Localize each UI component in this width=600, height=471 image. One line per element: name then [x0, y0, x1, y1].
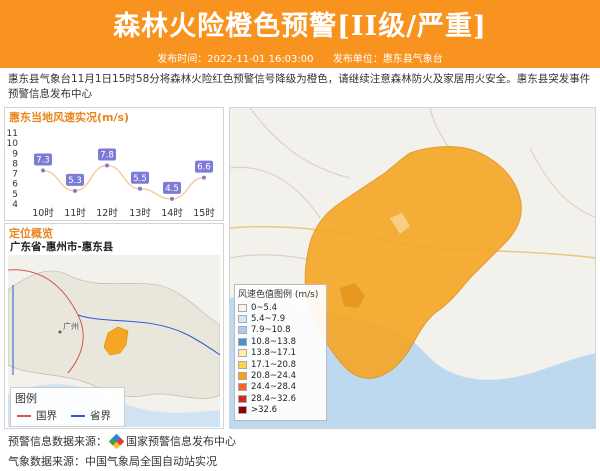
wind-data-point	[73, 188, 77, 193]
legend-item: 20.8~24.4	[235, 370, 326, 381]
legend-item: 17.1~20.8	[235, 359, 326, 370]
location-legend-items: 国界 省界	[17, 408, 124, 423]
x-tick-label: 13时	[129, 207, 151, 219]
y-tick-label: 7	[12, 170, 18, 180]
wind-data-point	[41, 168, 45, 173]
legend-label: 5.4~7.9	[251, 314, 286, 325]
legend-item: 28.4~32.6	[235, 393, 326, 404]
legend-item: 13.8~17.1	[235, 348, 326, 359]
legend-swatch	[238, 315, 247, 324]
page-title: 森林火险橙色预警[II级/严重]	[113, 11, 487, 42]
legend-label: 28.4~32.6	[251, 393, 296, 404]
warning-source-label: 预警信息数据来源：	[8, 435, 107, 448]
y-tick-label: 4	[12, 200, 18, 210]
legend-label: 13.8~17.1	[251, 348, 296, 359]
legend-label: 20.8~24.4	[251, 371, 296, 382]
legend-title: 风速色值图例 (m/s)	[238, 290, 319, 300]
legend-item: >32.6	[235, 405, 326, 416]
x-tick-label: 11时	[64, 207, 86, 219]
x-tick-label: 14时	[161, 207, 183, 219]
wind-speed-panel: 惠东当地风速实况(m/s) 11 10 9 8 7 6 5 4 7.3 10时 5.3 11时 7.8 1…	[4, 107, 224, 221]
wind-value-label: 5.3	[68, 176, 82, 186]
legend-label: 17.1~20.8	[251, 359, 296, 370]
national-border-line	[17, 414, 31, 417]
wind-data-point	[202, 175, 206, 180]
legend-swatch	[238, 383, 247, 392]
location-subtitle: 广东省-惠州市-惠东县	[10, 241, 114, 253]
warning-center-logo-icon	[108, 433, 125, 449]
wind-data-point	[138, 186, 142, 191]
legend-label: 24.4~28.4	[251, 382, 296, 393]
warning-source: 预警信息数据来源： 国家预警信息发布中心	[8, 433, 236, 449]
publisher: 发布单位：惠东县气象台	[332, 54, 443, 65]
legend-label: 10.8~13.8	[251, 336, 296, 347]
wind-value-label: 5.5	[133, 174, 147, 184]
legend-swatch	[238, 406, 247, 415]
y-tick-label: 11	[7, 129, 18, 139]
map-city-label: 广州	[63, 321, 79, 331]
wind-speed-chart: 1110987654 7.3 10时 5.3 11时 7.8 12时 5.5 13时 4.5 14时…	[7, 129, 216, 219]
publish-time: 发布时间：2022-11-01 16:03:00	[157, 54, 314, 65]
legend-swatch	[238, 349, 247, 358]
legend-items: 0~5.4 5.4~7.9 7.9~10.8 10.8~13.8 13.8~17.1 17…	[235, 302, 326, 416]
wind-data-point	[170, 196, 174, 201]
legend-swatch	[238, 372, 247, 381]
legend-item: 10.8~13.8	[235, 336, 326, 347]
wind-value-label: 7.3	[36, 156, 50, 166]
y-tick-label: 10	[7, 139, 19, 149]
wind-color-legend: 风速色值图例 (m/s) 0~5.4 5.4~7.9 7.9~10.8 10.8~13…	[234, 284, 327, 421]
legend-swatch	[238, 303, 247, 312]
x-tick-label: 12时	[96, 207, 118, 219]
legend-item: 0~5.4	[235, 302, 326, 313]
wind-value-label: 4.5	[165, 184, 179, 194]
legend-label: >32.6	[251, 405, 278, 416]
legend-swatch	[238, 337, 247, 346]
location-legend: 图例 国界 省界	[10, 387, 125, 427]
legend-swatch	[238, 360, 247, 369]
legend-label: 0~5.4	[251, 302, 278, 313]
location-legend-title: 图例	[15, 392, 37, 405]
y-tick-label: 6	[12, 180, 18, 190]
legend-item: 5.4~7.9	[235, 313, 326, 324]
wind-data-point	[105, 163, 109, 168]
legend-label: 7.9~10.8	[251, 325, 291, 336]
x-tick-label: 15时	[193, 207, 215, 219]
y-tick-label: 8	[12, 159, 18, 169]
y-tick-label: 9	[12, 149, 18, 159]
header-banner: 森林火险橙色预警[II级/严重] 发布时间：2022-11-01 16:03:0…	[0, 0, 600, 68]
national-border-label: 国界	[36, 410, 57, 422]
y-tick-label: 5	[12, 190, 18, 200]
province-border-label: 省界	[90, 410, 111, 422]
wind-value-label: 6.6	[197, 163, 211, 173]
weather-source-text: 气象数据来源：中国气象局全国自动站实况	[8, 455, 217, 468]
wind-value-label: 7.8	[100, 150, 114, 160]
x-tick-label: 10时	[32, 207, 54, 219]
legend-item: 7.9~10.8	[235, 325, 326, 336]
legend-swatch	[238, 394, 247, 403]
legend-item: 24.4~28.4	[235, 382, 326, 393]
publish-meta: 发布时间：2022-11-01 16:03:00 发布单位：惠东县气象台	[0, 50, 600, 65]
legend-swatch	[238, 326, 247, 335]
warning-source-name[interactable]: 国家预警信息发布中心	[126, 433, 236, 449]
weather-source: 气象数据来源：中国气象局全国自动站实况	[8, 453, 217, 469]
province-border-line	[71, 414, 85, 417]
warning-description: 惠东县气象台11月1日15时58分将森林火险红色预警信号降级为橙色，请继续注意森…	[8, 73, 591, 100]
